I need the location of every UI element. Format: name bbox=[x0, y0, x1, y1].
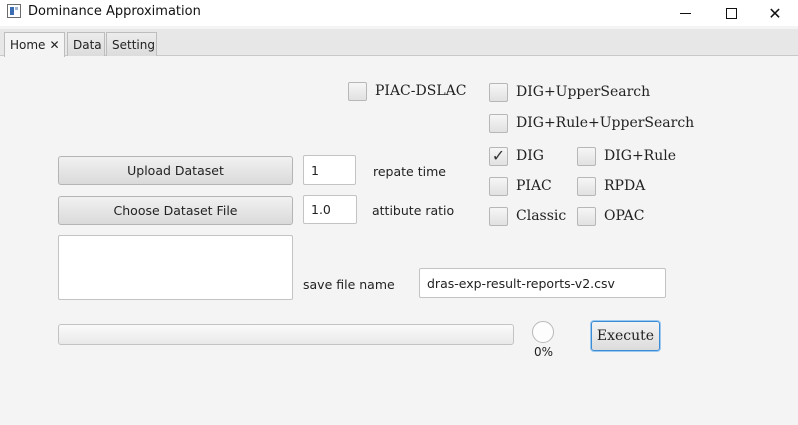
minimize-button[interactable] bbox=[662, 0, 708, 26]
execute-button[interactable]: Execute bbox=[591, 321, 660, 351]
checkbox-box[interactable] bbox=[577, 176, 596, 196]
window-title: Dominance Approximation bbox=[28, 4, 201, 19]
progress-percent: 0% bbox=[534, 345, 554, 359]
checkbox-rpda[interactable]: RPDA bbox=[577, 175, 645, 197]
checkbox-label: DIG bbox=[516, 148, 544, 164]
attribute-ratio-input[interactable]: 1.0 bbox=[303, 195, 357, 224]
checkbox-label: Classic bbox=[516, 208, 567, 224]
choose-dataset-file-button[interactable]: Choose Dataset File bbox=[58, 196, 293, 225]
checkbox-dig-uppersearch[interactable]: DIG+UpperSearch bbox=[489, 81, 650, 103]
checkbox-label: PIAC-DSLAC bbox=[375, 83, 467, 99]
app-icon bbox=[7, 4, 21, 18]
checkbox-label: DIG+UpperSearch bbox=[516, 84, 651, 100]
checkbox-classic[interactable]: Classic bbox=[489, 205, 566, 227]
checkbox-box[interactable] bbox=[489, 176, 508, 196]
checkbox-label: OPAC bbox=[604, 208, 645, 224]
upload-dataset-button[interactable]: Upload Dataset bbox=[58, 156, 293, 185]
checkbox-label: PIAC bbox=[516, 178, 552, 194]
checkbox-box[interactable] bbox=[489, 113, 508, 133]
progress-bar bbox=[58, 324, 514, 345]
checkbox-box[interactable] bbox=[489, 82, 508, 102]
checkbox-piac-dslac[interactable]: PIAC-DSLAC bbox=[348, 80, 466, 102]
dataset-text-area[interactable] bbox=[58, 235, 293, 300]
checkbox-label: DIG+Rule+UpperSearch bbox=[516, 115, 695, 131]
progress-indicator bbox=[532, 321, 554, 343]
repeat-time-input[interactable]: 1 bbox=[303, 155, 356, 185]
title-bar: Dominance Approximation ✕ bbox=[0, 0, 798, 26]
tab-setting-label: Setting bbox=[112, 37, 155, 52]
checkbox-dig-rule[interactable]: DIG+Rule bbox=[577, 145, 676, 167]
attribute-ratio-label: attibute ratio bbox=[372, 203, 455, 218]
save-file-name-input[interactable]: dras-exp-result-reports-v2.csv bbox=[419, 268, 666, 298]
tab-close-icon[interactable]: ✕ bbox=[49, 38, 59, 52]
checkbox-box[interactable] bbox=[348, 81, 367, 101]
maximize-icon bbox=[725, 7, 737, 19]
check-mark-icon: ✓ bbox=[491, 146, 506, 165]
close-button[interactable]: ✕ bbox=[752, 0, 798, 26]
tab-data-label: Data bbox=[73, 37, 102, 52]
tab-home[interactable]: Home ✕ bbox=[4, 32, 65, 57]
checkbox-box[interactable] bbox=[489, 206, 508, 226]
close-icon: ✕ bbox=[768, 3, 782, 23]
checkbox-opac[interactable]: OPAC bbox=[577, 205, 644, 227]
checkbox-box[interactable]: ✓ bbox=[489, 146, 508, 166]
tab-bar: Home ✕ Data Setting bbox=[0, 29, 798, 57]
checkbox-dig-rule-uppersearch[interactable]: DIG+Rule+UpperSearch bbox=[489, 112, 694, 134]
checkbox-piac[interactable]: PIAC bbox=[489, 175, 552, 197]
checkbox-box[interactable] bbox=[577, 206, 596, 226]
tab-data[interactable]: Data bbox=[67, 32, 105, 56]
checkbox-dig[interactable]: ✓ DIG bbox=[489, 145, 544, 167]
checkbox-label: DIG+Rule bbox=[604, 148, 676, 164]
maximize-button[interactable] bbox=[708, 0, 754, 26]
save-file-name-label: save file name bbox=[303, 277, 395, 292]
checkbox-box[interactable] bbox=[577, 146, 596, 166]
tab-setting[interactable]: Setting bbox=[106, 32, 157, 56]
checkbox-label: RPDA bbox=[604, 178, 646, 194]
minimize-icon bbox=[679, 12, 691, 14]
tab-home-label: Home bbox=[10, 38, 46, 52]
repeat-time-label: repate time bbox=[373, 164, 446, 179]
